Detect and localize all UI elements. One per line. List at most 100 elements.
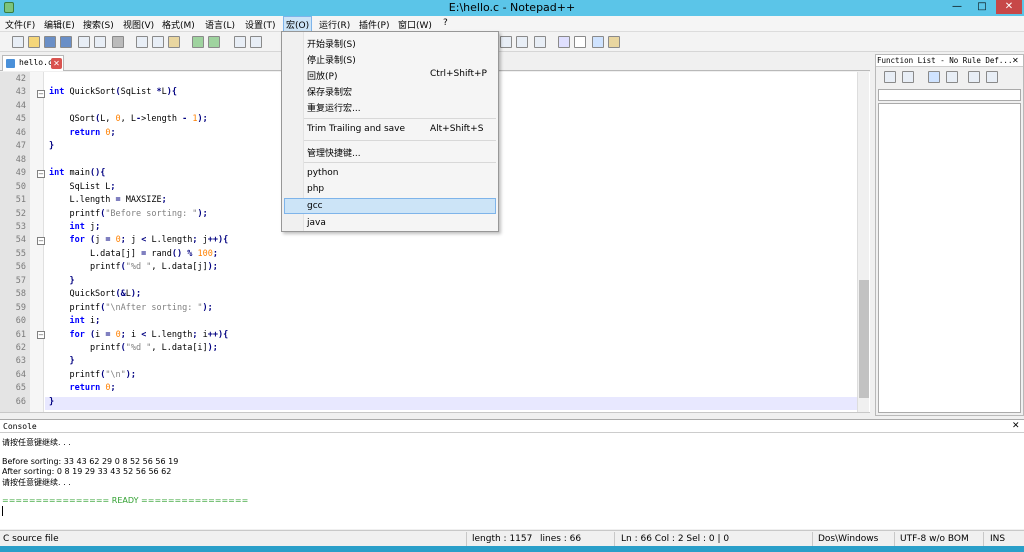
code-line: printf("%d ", L.data[j]); (49, 262, 218, 273)
menu-separator (304, 162, 496, 163)
line-number: 54 (15, 235, 26, 246)
menu-item-playback[interactable]: 回放(P) (307, 69, 337, 82)
menu-settings[interactable]: 设置(T) (245, 18, 276, 31)
function-list[interactable] (878, 103, 1021, 413)
line-number: 49 (15, 168, 26, 179)
menu-item-php[interactable]: php (307, 184, 324, 194)
menu-item-run-multiple[interactable]: 重复运行宏... (307, 101, 361, 114)
menu-item-stop-recording[interactable]: 停止录制(S) (307, 53, 356, 66)
status-encoding[interactable]: UTF-8 w/o BOM (900, 534, 969, 544)
sort-icon[interactable] (884, 71, 896, 83)
save-all-icon[interactable] (60, 36, 72, 48)
fold-toggle-icon[interactable]: − (37, 331, 45, 339)
find-icon[interactable] (234, 36, 246, 48)
console-line: Before sorting: 33 43 62 29 0 8 52 56 56… (2, 457, 179, 466)
minimize-button[interactable]: — (945, 0, 969, 14)
code-line: } (49, 141, 55, 152)
menu-separator (304, 140, 496, 141)
scrollbar-thumb[interactable] (859, 280, 869, 398)
function-search-input[interactable] (878, 89, 1021, 101)
code-line: for (j = 0; j < L.length; j++){ (69, 235, 229, 246)
fold-toggle-icon[interactable]: − (37, 237, 45, 245)
status-separator (983, 532, 984, 546)
cut-icon[interactable] (136, 36, 148, 48)
print-icon[interactable] (112, 36, 124, 48)
menu-item-shortcut-mapper[interactable]: 管理快捷键... (307, 146, 361, 159)
fold-toggle-icon[interactable]: − (37, 90, 45, 98)
code-line: for (i = 0; i < L.length; i++){ (69, 329, 229, 340)
console-ready-line: ================ READY ================ (2, 496, 249, 505)
hierarchy-icon[interactable] (986, 71, 998, 83)
line-number: 51 (15, 195, 26, 206)
save-icon[interactable] (44, 36, 56, 48)
status-separator (812, 532, 813, 546)
console-close-icon[interactable]: ✕ (1012, 421, 1020, 431)
code-line: int QuickSort(SqList *L){ (49, 87, 177, 98)
maximize-button[interactable]: □ (970, 0, 994, 14)
editor-vertical-scrollbar[interactable] (857, 72, 869, 412)
code-line: int i; (69, 316, 101, 327)
line-number: 52 (15, 208, 26, 219)
close-all-icon[interactable] (94, 36, 106, 48)
columns-icon[interactable] (968, 71, 980, 83)
taskbar-strip (0, 546, 1024, 552)
status-insert-mode[interactable]: INS (990, 534, 1005, 544)
close-window-button[interactable]: ✕ (996, 0, 1022, 14)
line-number: 66 (15, 396, 26, 407)
console-caret (2, 506, 3, 516)
menu-edit[interactable]: 编辑(E) (44, 18, 75, 31)
copy-icon[interactable] (152, 36, 164, 48)
close-file-icon[interactable] (78, 36, 90, 48)
menu-view[interactable]: 视图(V) (123, 18, 154, 31)
menu-format[interactable]: 格式(M) (162, 18, 195, 31)
menu-item-java[interactable]: java (307, 218, 326, 228)
console-line: 请按任意键继续. . . (2, 438, 71, 447)
line-number: 53 (15, 221, 26, 232)
code-line: int main(){ (49, 168, 106, 179)
folder-view-icon[interactable] (608, 36, 620, 48)
menu-run[interactable]: 运行(R) (319, 18, 350, 31)
list-view-icon[interactable] (928, 71, 940, 83)
menu-window[interactable]: 窗口(W) (398, 18, 432, 31)
undo-icon[interactable] (192, 36, 204, 48)
line-number: 46 (15, 127, 26, 138)
tree-view-icon[interactable] (946, 71, 958, 83)
menu-item-trim-trailing[interactable]: Trim Trailing and save (307, 124, 405, 134)
menu-file[interactable]: 文件(F) (5, 18, 35, 31)
line-number: 59 (15, 302, 26, 313)
tab-close-icon[interactable]: ✕ (51, 58, 62, 69)
open-file-icon[interactable] (28, 36, 40, 48)
tab-hello-c[interactable]: hello.c ✕ (2, 55, 64, 71)
replace-icon[interactable] (250, 36, 262, 48)
status-eol[interactable]: Dos\Windows (818, 534, 878, 544)
status-separator (614, 532, 615, 546)
menu-item-python[interactable]: python (307, 168, 338, 178)
panel-toggle-icon[interactable] (592, 36, 604, 48)
menu-item-start-recording[interactable]: 开始录制(S) (307, 37, 356, 50)
menu-plugins[interactable]: 插件(P) (359, 18, 389, 31)
reload-icon[interactable] (902, 71, 914, 83)
run-multiple-macro-icon[interactable] (516, 36, 528, 48)
menu-help[interactable]: ? (443, 18, 448, 28)
line-number: 45 (15, 114, 26, 125)
line-number: 65 (15, 383, 26, 394)
menu-item-save-macro[interactable]: 保存录制宏 (307, 85, 352, 98)
run-macro-icon[interactable] (500, 36, 512, 48)
menu-search[interactable]: 搜索(S) (83, 18, 114, 31)
menu-item-gcc[interactable]: gcc (307, 201, 323, 211)
line-number: 48 (15, 154, 26, 165)
menu-language[interactable]: 语言(L) (205, 18, 235, 31)
code-line: L.data[j] = rand() % 100; (49, 248, 218, 259)
macro-dropdown-menu: 开始录制(S) 停止录制(S) 回放(P) Ctrl+Shift+P 保存录制宏… (281, 31, 499, 232)
code-line: int j; (69, 221, 101, 232)
function-icon[interactable] (574, 36, 586, 48)
redo-icon[interactable] (208, 36, 220, 48)
line-number: 63 (15, 356, 26, 367)
spell-check-icon[interactable] (558, 36, 570, 48)
new-file-icon[interactable] (12, 36, 24, 48)
function-list-close-icon[interactable]: ✕ (1012, 56, 1019, 65)
fold-toggle-icon[interactable]: − (37, 170, 45, 178)
save-macro-icon[interactable] (534, 36, 546, 48)
paste-icon[interactable] (168, 36, 180, 48)
current-line-highlight (45, 397, 857, 410)
